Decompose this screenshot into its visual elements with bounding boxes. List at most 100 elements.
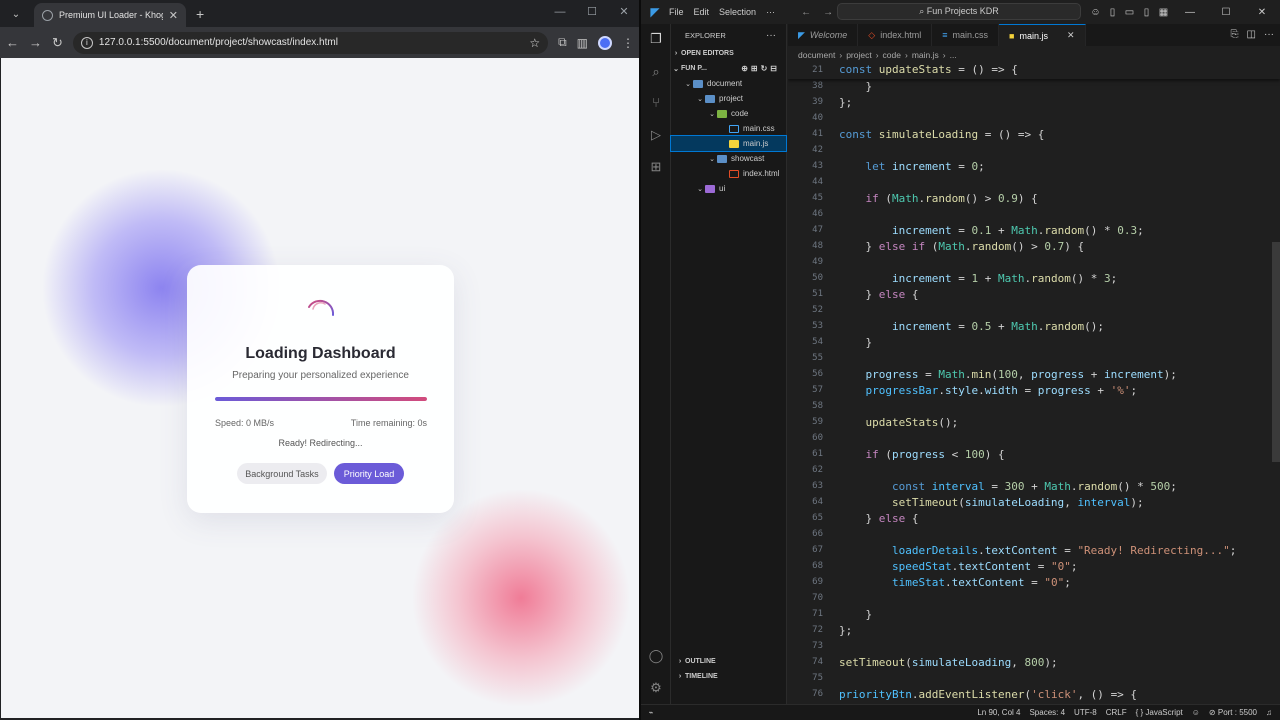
tree-item-ui[interactable]: ⌄ ui [671, 181, 786, 196]
code-line[interactable]: } else { [839, 288, 918, 301]
address-bar[interactable]: i 127.0.0.1:5500/document/project/showca… [72, 31, 549, 54]
tree-item-showcast[interactable]: ⌄ showcast [671, 151, 786, 166]
more-actions-icon[interactable]: ··· [1264, 24, 1274, 46]
code-line[interactable]: increment = 0.1 + Math.random() * 0.3; [839, 224, 1144, 237]
command-center[interactable]: ⌕ Fun Projects KDR [837, 3, 1081, 20]
code-line[interactable]: timeStat.textContent = "0"; [839, 576, 1071, 589]
code-line[interactable]: } else { [839, 512, 918, 525]
code-line[interactable]: priorityBtn.addEventListener('click', ()… [839, 688, 1137, 701]
browser-menu-icon[interactable]: ⋮ [622, 36, 634, 50]
site-info-icon[interactable]: i [80, 36, 93, 49]
sticky-scroll-line[interactable]: 21 const updateStats = () => { [788, 63, 1280, 79]
back-icon[interactable]: ← [6, 35, 19, 50]
account-icon[interactable]: ◯ [648, 648, 664, 664]
code-line[interactable]: speedStat.textContent = "0"; [839, 560, 1077, 573]
live-server-port[interactable]: ⊘ Port : 5500 [1209, 708, 1257, 717]
side-panel-icon[interactable]: ▥ [577, 36, 588, 50]
open-editors-section[interactable]: › OPEN EDITORS [671, 46, 786, 61]
extensions-icon[interactable]: ⊞ [648, 159, 664, 175]
copilot-status-icon[interactable]: ☺ [1192, 708, 1200, 717]
code-line[interactable]: increment = 0.5 + Math.random(); [839, 320, 1104, 333]
breadcrumb-item[interactable]: project [846, 50, 872, 60]
extensions-icon[interactable]: ⧉ [558, 35, 567, 50]
language-mode[interactable]: { } JavaScript [1136, 708, 1183, 717]
outline-section[interactable]: › OUTLINE [671, 654, 787, 669]
tab-index-html[interactable]: ◇ index.html [858, 24, 933, 46]
close-window-icon[interactable]: ✕ [608, 0, 640, 24]
code-line[interactable]: }; [839, 624, 852, 637]
address-url[interactable]: 127.0.0.1:5500/document/project/showcast… [99, 37, 523, 48]
source-control-icon[interactable]: ⑂ [648, 95, 664, 111]
tab-search-icon[interactable]: ⌄ [4, 4, 28, 24]
tree-item-index-html[interactable]: index.html [671, 166, 786, 181]
code-line[interactable]: setTimeout(simulateLoading, interval); [839, 496, 1144, 509]
explorer-more-icon[interactable]: ··· [766, 30, 776, 41]
code-line[interactable]: setTimeout(simulateLoading, 800); [839, 656, 1058, 669]
breadcrumb-item[interactable]: code [883, 50, 901, 60]
workspace-section[interactable]: ⌄ FUN P... ⊕⊞↻⊟ [671, 61, 786, 76]
code-line[interactable]: let increment = 0; [839, 160, 985, 173]
run-debug-icon[interactable]: ▷ [648, 127, 664, 143]
code-line[interactable]: } [839, 336, 872, 349]
tree-item-project[interactable]: ⌄ project [671, 91, 786, 106]
code-line[interactable]: }; [839, 96, 852, 109]
explorer-icon[interactable]: ❐ [648, 31, 664, 47]
code-line[interactable]: loaderDetails.textContent = "Ready! Redi… [839, 544, 1236, 557]
browser-tab[interactable]: Premium UI Loader - Khogendr ✕ [34, 3, 186, 27]
priority-load-button[interactable]: Priority Load [334, 463, 404, 484]
bookmark-star-icon[interactable]: ☆ [529, 36, 540, 50]
menu-item-file[interactable]: File [669, 7, 684, 17]
code-line[interactable]: if (Math.random() > 0.9) { [839, 192, 1038, 205]
editor-scrollbar[interactable] [1272, 242, 1280, 462]
breadcrumb-item[interactable]: document [798, 50, 835, 60]
code-editor[interactable]: 21 const updateStats = () => {38 } 39}; 40 4… [788, 63, 1280, 704]
tree-item-main-css[interactable]: main.css [671, 121, 786, 136]
split-editor-icon[interactable]: ◫ [1247, 24, 1256, 46]
close-tab-icon[interactable]: ✕ [169, 9, 178, 22]
code-line[interactable]: const simulateLoading = () => { [839, 128, 1044, 141]
code-line[interactable]: } [839, 80, 872, 93]
code-line[interactable]: progressBar.style.width = progress + '%'… [839, 384, 1138, 397]
customize-layout-icon[interactable]: ▦ [1155, 7, 1172, 18]
close-tab-icon[interactable]: ✕ [1067, 30, 1075, 41]
cursor-position[interactable]: Ln 90, Col 4 [977, 708, 1020, 717]
maximize-icon[interactable]: ☐ [576, 0, 608, 24]
menu-item-edit[interactable]: Edit [694, 7, 710, 17]
tree-item-document[interactable]: ⌄ document [671, 76, 786, 91]
explorer-actions[interactable]: ⊕⊞↻⊟ [741, 64, 780, 73]
code-line[interactable]: increment = 1 + Math.random() * 3; [839, 272, 1117, 285]
notifications-bell-icon[interactable]: ♫ [1266, 708, 1272, 717]
toggle-panel-icon[interactable]: ▭ [1121, 7, 1138, 18]
tree-item-code[interactable]: ⌄ code [671, 106, 786, 121]
breadcrumb-item[interactable]: ... [950, 50, 957, 60]
code-line[interactable]: const interval = 300 + Math.random() * 5… [839, 480, 1177, 493]
code-line[interactable]: const updateStats = () => { [839, 63, 1018, 76]
tree-item-main-js[interactable]: main.js [670, 135, 787, 152]
background-tasks-button[interactable]: Background Tasks [237, 463, 327, 484]
minimize-icon[interactable]: — [1172, 7, 1208, 18]
breadcrumb-item[interactable]: main.js [912, 50, 939, 60]
indentation[interactable]: Spaces: 4 [1029, 708, 1065, 717]
minimize-icon[interactable]: — [544, 0, 576, 24]
tab-main-js[interactable]: ■ main.js ✕ [999, 24, 1086, 46]
open-changes-icon[interactable]: ⎘ [1231, 24, 1239, 46]
code-line[interactable]: } else if (Math.random() > 0.7) { [839, 240, 1084, 253]
maximize-icon[interactable]: ☐ [1208, 7, 1244, 18]
copilot-icon[interactable]: ☺ [1087, 7, 1104, 18]
tab-main-css[interactable]: ≡ main.css [932, 24, 1000, 46]
menu-item-selection[interactable]: Selection [719, 7, 756, 17]
manage-gear-icon[interactable]: ⚙ [648, 680, 664, 696]
toggle-primary-sidebar-icon[interactable]: ▯ [1104, 7, 1121, 18]
end-of-line[interactable]: CRLF [1106, 708, 1127, 717]
code-line[interactable]: progress = Math.min(100, progress + incr… [839, 368, 1177, 381]
search-icon[interactable]: ⌕ [648, 64, 664, 80]
go-forward-icon[interactable]: → [823, 7, 833, 18]
encoding[interactable]: UTF-8 [1074, 708, 1097, 717]
forward-icon[interactable]: → [29, 35, 42, 50]
close-window-icon[interactable]: ✕ [1244, 7, 1280, 18]
new-tab-icon[interactable]: + [196, 6, 204, 22]
reload-icon[interactable]: ↻ [52, 35, 63, 51]
code-line[interactable]: updateStats(); [839, 416, 959, 429]
menu-item-more[interactable]: ··· [766, 7, 775, 17]
code-line[interactable]: if (progress < 100) { [839, 448, 1005, 461]
